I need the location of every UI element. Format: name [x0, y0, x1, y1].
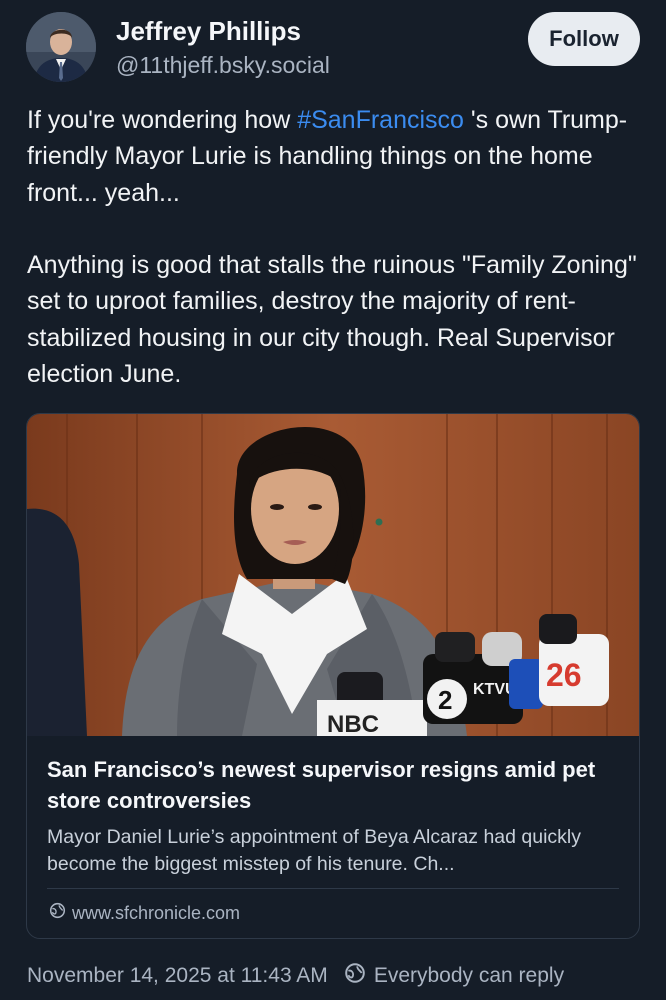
svg-text:26: 26: [546, 657, 582, 693]
avatar-photo-icon: [26, 12, 96, 82]
link-card-title[interactable]: San Francisco’s newest supervisor resign…: [47, 754, 622, 816]
link-card-description: Mayor Daniel Lurie’s appointment of Beya…: [47, 826, 582, 875]
globe-icon: [49, 902, 66, 924]
link-preview-card[interactable]: NBC 2 KTVU 26 San Francisco’s newest sup…: [26, 413, 640, 939]
post-timestamp: November 14, 2025 at 11:43 AM: [27, 964, 328, 987]
post-text-segment: If you're wondering how: [27, 106, 298, 134]
link-card-domain[interactable]: www.sfchronicle.com: [49, 902, 240, 924]
globe-icon: [344, 962, 366, 990]
author-handle[interactable]: @11thjeff.bsky.social: [116, 52, 330, 79]
svg-text:NBC: NBC: [327, 711, 379, 736]
hashtag-link[interactable]: #SanFrancisco: [297, 106, 464, 134]
reply-setting-label: Everybody can reply: [373, 964, 565, 987]
link-preview-image[interactable]: NBC 2 KTVU 26: [27, 414, 639, 736]
author-name[interactable]: Jeffrey Phillips: [116, 16, 301, 47]
link-card-domain-text: www.sfchronicle.com: [72, 902, 241, 923]
svg-text:2: 2: [438, 685, 452, 715]
author-avatar[interactable]: [26, 12, 96, 82]
post-body: If you're wondering how #SanFrancisco 's…: [27, 102, 639, 392]
follow-button[interactable]: Follow: [528, 12, 640, 66]
card-divider: [47, 888, 619, 889]
post-footer: November 14, 2025 at 11:43 AM Everybody …: [27, 962, 564, 990]
reply-setting[interactable]: Everybody can reply: [344, 962, 564, 990]
post-paragraph: Anything is good that stalls the ruinous…: [27, 251, 637, 389]
post-paragraph: If you're wondering how #SanFrancisco 's…: [27, 102, 639, 211]
post-header: Jeffrey Phillips @11thjeff.bsky.social F…: [26, 12, 640, 84]
